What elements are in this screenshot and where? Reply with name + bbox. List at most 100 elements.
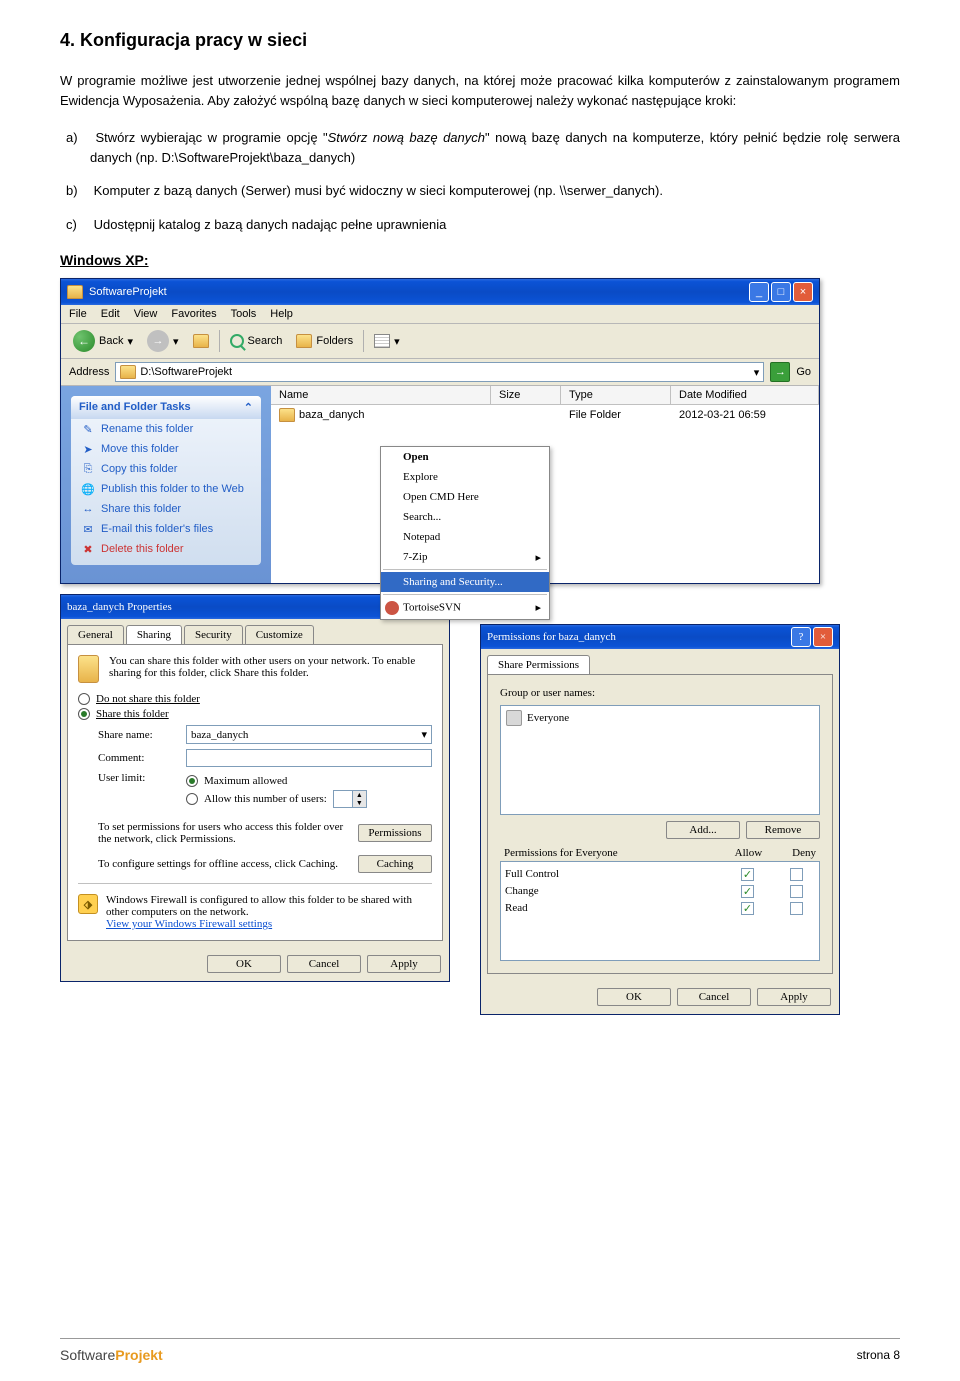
checkbox-allow[interactable]: ✓	[741, 868, 754, 881]
menu-view[interactable]: View	[134, 308, 158, 320]
apply-button[interactable]: Apply	[367, 955, 441, 973]
add-button[interactable]: Add...	[666, 821, 740, 839]
apply-button[interactable]: Apply	[757, 988, 831, 1006]
view-button[interactable]: ▾	[370, 332, 404, 350]
firewall-link[interactable]: View your Windows Firewall settings	[106, 918, 432, 930]
menu-edit[interactable]: Edit	[101, 308, 120, 320]
side-item-label: Publish this folder to the Web	[101, 483, 244, 495]
side-item-copy[interactable]: ⎘Copy this folder	[71, 459, 261, 479]
dropdown-icon: ▾	[173, 335, 179, 348]
menu-favorites[interactable]: Favorites	[171, 308, 216, 320]
file-row[interactable]: baza_danych File Folder 2012-03-21 06:59	[271, 405, 819, 425]
close-button[interactable]: ×	[793, 282, 813, 302]
side-panel-header[interactable]: File and Folder Tasks ⌃	[71, 396, 261, 419]
logo: SoftwareProjekt	[60, 1347, 163, 1363]
checkbox-deny[interactable]	[790, 902, 803, 915]
page-footer: SoftwareProjekt strona 8	[60, 1338, 900, 1363]
chevron-down-icon[interactable]: ▾	[421, 728, 427, 741]
tab-customize[interactable]: Customize	[245, 625, 314, 644]
tab-security[interactable]: Security	[184, 625, 243, 644]
checkbox-deny[interactable]	[790, 885, 803, 898]
checkbox-allow[interactable]: ✓	[741, 902, 754, 915]
col-modified[interactable]: Date Modified	[671, 386, 819, 404]
ctx-open[interactable]: Open	[381, 447, 549, 467]
col-size[interactable]: Size	[491, 386, 561, 404]
perm-row-read: Read ✓	[505, 900, 815, 917]
perms-titlebar[interactable]: Permissions for baza_danych ? ×	[481, 625, 839, 649]
remove-button[interactable]: Remove	[746, 821, 820, 839]
radio-no-share[interactable]: Do not share this folder	[78, 693, 432, 705]
ok-button[interactable]: OK	[597, 988, 671, 1006]
radio-allow-number[interactable]: Allow this number of users: ▲▼	[186, 790, 367, 808]
menu-file[interactable]: File	[69, 308, 87, 320]
group-icon	[506, 710, 522, 726]
comment-input[interactable]	[186, 749, 432, 767]
side-item-move[interactable]: ➤Move this folder	[71, 439, 261, 459]
tab-sharing[interactable]: Sharing	[126, 625, 182, 644]
maximize-button[interactable]: □	[771, 282, 791, 302]
side-item-delete[interactable]: ✖Delete this folder	[71, 539, 261, 559]
steps-list: a) Stwórz wybierając w programie opcję "…	[60, 128, 900, 234]
search-button[interactable]: Search	[226, 332, 287, 350]
copy-icon: ⎘	[81, 462, 95, 476]
side-item-email[interactable]: ✉E-mail this folder's files	[71, 519, 261, 539]
ok-button[interactable]: OK	[207, 955, 281, 973]
close-button[interactable]: ×	[813, 627, 833, 647]
tab-share-permissions[interactable]: Share Permissions	[487, 655, 590, 674]
properties-dialog: baza_danych Properties ? × General Shari…	[60, 594, 450, 982]
explorer-titlebar[interactable]: SoftwareProjekt _ □ ×	[61, 279, 819, 305]
user-count-spinner[interactable]: ▲▼	[333, 790, 367, 808]
side-item-share[interactable]: ↔Share this folder	[71, 499, 261, 519]
ctx-notepad[interactable]: Notepad	[381, 527, 549, 547]
permissions-dialog: Permissions for baza_danych ? × Share Pe…	[480, 624, 840, 1015]
radio-share[interactable]: Share this folder	[78, 708, 432, 720]
tab-general[interactable]: General	[67, 625, 124, 644]
ctx-search[interactable]: Search...	[381, 507, 549, 527]
tortoise-icon	[385, 601, 399, 615]
spin-down-icon[interactable]: ▼	[353, 799, 366, 807]
side-panel-title: File and Folder Tasks	[79, 401, 191, 414]
cancel-button[interactable]: Cancel	[677, 988, 751, 1006]
col-type[interactable]: Type	[561, 386, 671, 404]
checkbox-deny[interactable]	[790, 868, 803, 881]
col-name[interactable]: Name	[271, 386, 491, 404]
step-c-label: c)	[66, 215, 90, 235]
spin-up-icon[interactable]: ▲	[353, 791, 366, 799]
forward-button[interactable]: →▾	[143, 328, 183, 354]
user-everyone[interactable]: Everyone	[504, 709, 816, 727]
back-button[interactable]: ← Back ▾	[69, 328, 137, 354]
side-item-publish[interactable]: 🌐Publish this folder to the Web	[71, 479, 261, 499]
shield-icon: ⬗	[78, 894, 98, 914]
ctx-7zip[interactable]: 7-Zip	[381, 547, 549, 567]
help-button[interactable]: ?	[791, 627, 811, 647]
ctx-sharing[interactable]: Sharing and Security...	[381, 572, 549, 592]
checkbox-allow[interactable]: ✓	[741, 885, 754, 898]
up-button[interactable]	[189, 332, 213, 350]
side-item-rename[interactable]: ✎Rename this folder	[71, 419, 261, 439]
collapse-icon[interactable]: ⌃	[244, 401, 253, 414]
permissions-table: Permissions for Everyone AllowDeny Full …	[500, 845, 820, 961]
folders-button[interactable]: Folders	[292, 332, 357, 350]
caching-button[interactable]: Caching	[358, 855, 432, 873]
chevron-down-icon[interactable]: ▾	[754, 366, 760, 379]
permissions-button[interactable]: Permissions	[358, 824, 432, 842]
delete-icon: ✖	[81, 542, 95, 556]
menu-tools[interactable]: Tools	[231, 308, 257, 320]
step-a-pre: Stwórz wybierając w programie opcję "	[95, 130, 327, 145]
radio-checked-icon	[78, 708, 90, 720]
radio-max-allowed[interactable]: Maximum allowed	[186, 775, 367, 787]
cancel-button[interactable]: Cancel	[287, 955, 361, 973]
users-listbox[interactable]: Everyone	[500, 705, 820, 815]
dropdown-icon: ▾	[127, 335, 133, 348]
radio-icon	[186, 793, 198, 805]
ctx-tortoisesvn[interactable]: TortoiseSVN	[381, 597, 549, 619]
ctx-explore[interactable]: Explore	[381, 467, 549, 487]
side-item-label: Move this folder	[101, 443, 179, 455]
address-input[interactable]: D:\SoftwareProjekt ▾	[115, 362, 764, 382]
ctx-cmd[interactable]: Open CMD Here	[381, 487, 549, 507]
minimize-button[interactable]: _	[749, 282, 769, 302]
menu-help[interactable]: Help	[270, 308, 293, 320]
share-name-input[interactable]: baza_danych▾	[186, 725, 432, 744]
file-type: File Folder	[561, 406, 671, 424]
go-button[interactable]: →	[770, 362, 790, 382]
